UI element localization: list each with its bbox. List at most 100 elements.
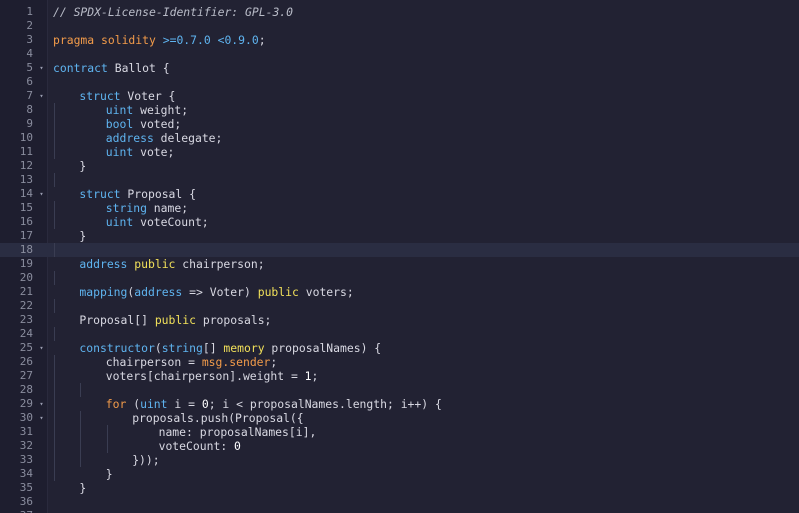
code-token: ; [270, 355, 278, 369]
code-line[interactable]: 27 voters[chairperson].weight = 1; [0, 369, 799, 383]
code-token: ( [126, 397, 141, 411]
code-line[interactable]: 29 ▾ for (uint i = 0; i < proposalNames.le… [0, 397, 799, 411]
code-token: voteCount: [158, 439, 235, 453]
code-line[interactable]: 36 [0, 495, 799, 509]
code-line[interactable]: 30 ▾ proposals.push(Proposal({ [0, 411, 799, 425]
line-number: 29 [19, 397, 33, 410]
code-token: vote; [133, 145, 175, 159]
line-code: for (uint i = 0; i < proposalNames.lengt… [106, 397, 442, 411]
code-token: ; i < proposalNames.length; i++) { [208, 397, 442, 411]
code-line[interactable]: 25 ▾ constructor(string[] memory proposalN… [0, 341, 799, 355]
line-number: 12 [19, 159, 33, 172]
line-number: 16 [19, 215, 33, 228]
code-token: // SPDX-License-Identifier: GPL-3.0 [53, 5, 294, 19]
line-code: address delegate; [106, 131, 223, 145]
code-line[interactable]: 5 ▾ contract Ballot { [0, 61, 799, 75]
code-token: constructor [79, 341, 155, 355]
indent-guide [80, 383, 82, 397]
code-line[interactable]: 2 [0, 19, 799, 33]
code-token: delegate; [153, 131, 223, 145]
code-token: uint [105, 215, 134, 229]
code-line[interactable]: 11 uint vote; [0, 145, 799, 159]
code-token: ; [258, 33, 266, 47]
code-line[interactable]: 26 chairperson = msg.sender; [0, 355, 799, 369]
code-line[interactable]: 16 uint voteCount; [0, 215, 799, 229]
code-line[interactable]: 37 [0, 509, 799, 513]
fold-toggle-icon[interactable]: ▾ [37, 187, 46, 201]
code-token: weight; [133, 103, 189, 117]
line-number: 6 [26, 75, 33, 88]
code-line[interactable]: 32 voteCount: 0 [0, 439, 799, 453]
line-number: 5 [26, 61, 33, 74]
fold-toggle-icon[interactable]: ▾ [37, 411, 46, 425]
line-code: mapping(address => Voter) public voters; [79, 285, 353, 299]
line-number: 24 [19, 327, 33, 340]
line-number: 18 [19, 243, 33, 256]
code-line[interactable]: 7 ▾ struct Voter { [0, 89, 799, 103]
code-token: >=0.7.0 <0.9.0 [162, 33, 259, 47]
code-line[interactable]: 28 [0, 383, 799, 397]
indent-guide [54, 173, 55, 187]
line-code: })); [132, 453, 159, 467]
code-line[interactable]: 24 [0, 327, 799, 341]
code-line[interactable]: 17} [0, 229, 799, 243]
line-code: voteCount: 0 [159, 439, 241, 453]
indent-guide [54, 355, 55, 481]
code-token: proposalNames) { [264, 341, 382, 355]
code-token: address [134, 285, 183, 299]
code-line[interactable]: 31 name: proposalNames[i], [0, 425, 799, 439]
fold-toggle-icon[interactable]: ▾ [37, 341, 46, 355]
code-line[interactable]: 12} [0, 159, 799, 173]
code-token: string [105, 201, 147, 215]
line-code: } [79, 159, 86, 173]
line-code: uint weight; [106, 103, 188, 117]
line-number: 26 [19, 355, 33, 368]
code-line[interactable]: 14 ▾ struct Proposal { [0, 187, 799, 201]
line-number: 15 [19, 201, 33, 214]
indent-guide [80, 411, 82, 467]
code-line[interactable]: 34} [0, 467, 799, 481]
fold-toggle-icon[interactable]: ▾ [37, 397, 46, 411]
code-token: [] [202, 341, 224, 355]
code-token: voteCount; [133, 215, 209, 229]
code-line[interactable]: 3 pragma solidity >=0.7.0 <0.9.0; [0, 33, 799, 47]
fold-toggle-icon[interactable]: ▾ [37, 61, 46, 75]
code-token: mapping [79, 285, 128, 299]
code-token: chairperson = [105, 355, 202, 369]
line-code: string name; [106, 201, 188, 215]
line-number: 34 [19, 467, 33, 480]
line-code: constructor(string[] memory proposalName… [79, 341, 381, 355]
code-line[interactable]: 22 [0, 299, 799, 313]
line-number: 9 [26, 117, 33, 130]
code-editor[interactable]: 1 // SPDX-License-Identifier: GPL-3.0 2 3 pr… [0, 0, 799, 513]
code-line[interactable]: 35} [0, 481, 799, 495]
code-token: struct [79, 89, 121, 103]
line-number: 33 [19, 453, 33, 466]
code-token: for [105, 397, 127, 411]
code-line[interactable]: 13 [0, 173, 799, 187]
code-line[interactable]: 23 Proposal[] public proposals; [0, 313, 799, 327]
code-line[interactable]: 33})); [0, 453, 799, 467]
code-line[interactable]: 4 [0, 47, 799, 61]
code-token: 1 [304, 369, 312, 383]
code-line[interactable]: 8 uint weight; [0, 103, 799, 117]
code-line[interactable]: 21 mapping(address => Voter) public voter… [0, 285, 799, 299]
code-line[interactable]: 15 string name; [0, 201, 799, 215]
line-number: 21 [19, 285, 33, 298]
line-number: 19 [19, 257, 33, 270]
code-line[interactable]: 10 address delegate; [0, 131, 799, 145]
code-line[interactable]: 6 [0, 75, 799, 89]
line-number: 37 [0, 509, 33, 513]
code-token: address [79, 257, 128, 271]
line-code: } [79, 229, 86, 243]
code-token: name: proposalNames[i], [158, 425, 317, 439]
line-number: 28 [19, 383, 33, 396]
code-line[interactable]: 19 address public chairperson; [0, 257, 799, 271]
line-code: proposals.push(Proposal({ [132, 411, 303, 425]
code-line[interactable]: 20 [0, 271, 799, 285]
code-line[interactable]: 1 // SPDX-License-Identifier: GPL-3.0 [0, 5, 799, 19]
line-number: 23 [19, 313, 33, 326]
code-line[interactable]: 9 bool voted; [0, 117, 799, 131]
code-line[interactable]: 18 [0, 243, 799, 257]
fold-toggle-icon[interactable]: ▾ [37, 89, 46, 103]
